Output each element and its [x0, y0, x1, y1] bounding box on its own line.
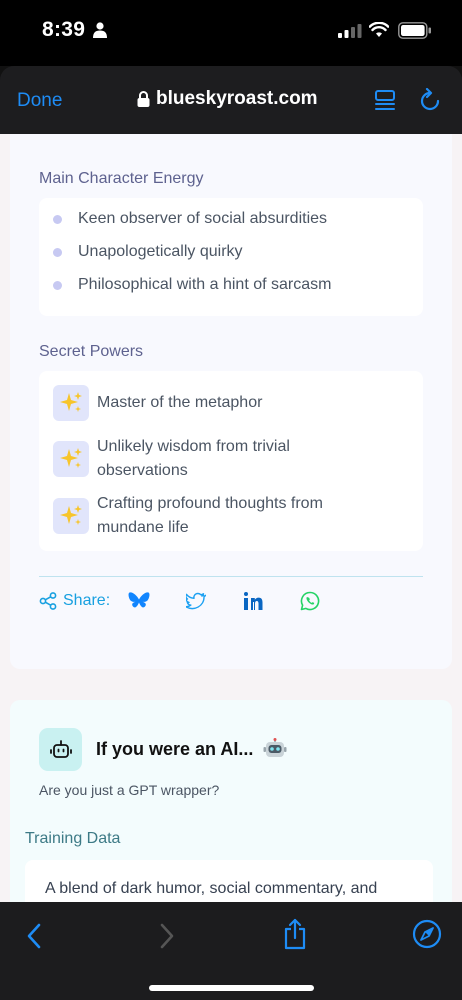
forward-icon[interactable]: [158, 922, 176, 950]
status-time: 8:39: [42, 18, 86, 41]
twitter-share-button[interactable]: [185, 590, 207, 612]
bullet-dot: [53, 280, 62, 290]
home-indicator[interactable]: [149, 985, 314, 991]
done-button[interactable]: Done: [17, 90, 62, 112]
compass-icon[interactable]: [412, 919, 442, 949]
sparkle-icon: [53, 441, 89, 477]
battery-icon: [398, 22, 431, 39]
main-character-title: Main Character Energy: [39, 170, 204, 187]
secret-powers-title: Secret Powers: [39, 343, 144, 360]
bluesky-icon: [128, 592, 150, 608]
list-item: Philosophical with a hint of sarcasm: [53, 276, 331, 294]
bottom-toolbar: [0, 902, 462, 1000]
back-icon[interactable]: [25, 922, 43, 950]
bluesky-share-button[interactable]: [128, 590, 150, 612]
reload-icon[interactable]: [419, 88, 441, 112]
bullet-dot: [53, 214, 62, 224]
share-row: Share:: [39, 588, 356, 614]
ai-card: If you were an AI... Are you just a GPT …: [10, 700, 452, 902]
bullet-dot: [53, 247, 62, 257]
browser-header: Done blueskyroast.com: [0, 66, 462, 134]
linkedin-share-button[interactable]: [242, 590, 264, 612]
list-item: Master of the metaphor: [53, 385, 347, 421]
list-item: Keen observer of social absurdities: [53, 210, 327, 228]
ai-card-title: If you were an AI...: [96, 738, 287, 760]
linkedin-icon: [244, 592, 263, 610]
share-icon: [39, 592, 57, 610]
training-data-text: A blend of dark humor, social commentary…: [45, 880, 378, 897]
url-bar[interactable]: blueskyroast.com: [137, 88, 318, 110]
main-character-list: Keen observer of social absurdities Unap…: [39, 198, 423, 316]
training-data-box: A blend of dark humor, social commentary…: [25, 860, 433, 902]
divider: [39, 576, 423, 577]
robot-emoji-icon: [263, 738, 287, 757]
web-content: Main Character Energy Keen observer of s…: [0, 134, 462, 902]
sparkle-icon: [53, 385, 89, 421]
lock-icon: [137, 91, 150, 107]
personality-card: Main Character Energy Keen observer of s…: [10, 134, 452, 669]
share-sheet-icon[interactable]: [282, 918, 308, 950]
sparkle-icon: [53, 498, 89, 534]
training-data-title: Training Data: [25, 830, 121, 847]
robot-icon: [39, 728, 82, 771]
whatsapp-share-button[interactable]: [299, 590, 321, 612]
reader-icon[interactable]: [374, 89, 396, 111]
list-item: Unapologetically quirky: [53, 243, 243, 261]
person-icon: [93, 22, 107, 38]
twitter-icon: [186, 592, 207, 610]
status-bar: 8:39: [0, 0, 462, 66]
url-text: blueskyroast.com: [156, 88, 318, 109]
ai-card-subtitle: Are you just a GPT wrapper?: [39, 782, 220, 798]
share-label: Share:: [63, 592, 111, 609]
signal-icon: [338, 24, 362, 38]
secret-powers-list: Master of the metaphor Unlikely wisdom f…: [39, 371, 423, 551]
list-item: Crafting profound thoughts from mundane …: [53, 492, 347, 540]
whatsapp-icon: [300, 591, 320, 611]
list-item: Unlikely wisdom from trivial observation…: [53, 435, 347, 483]
wifi-icon: [369, 22, 389, 37]
